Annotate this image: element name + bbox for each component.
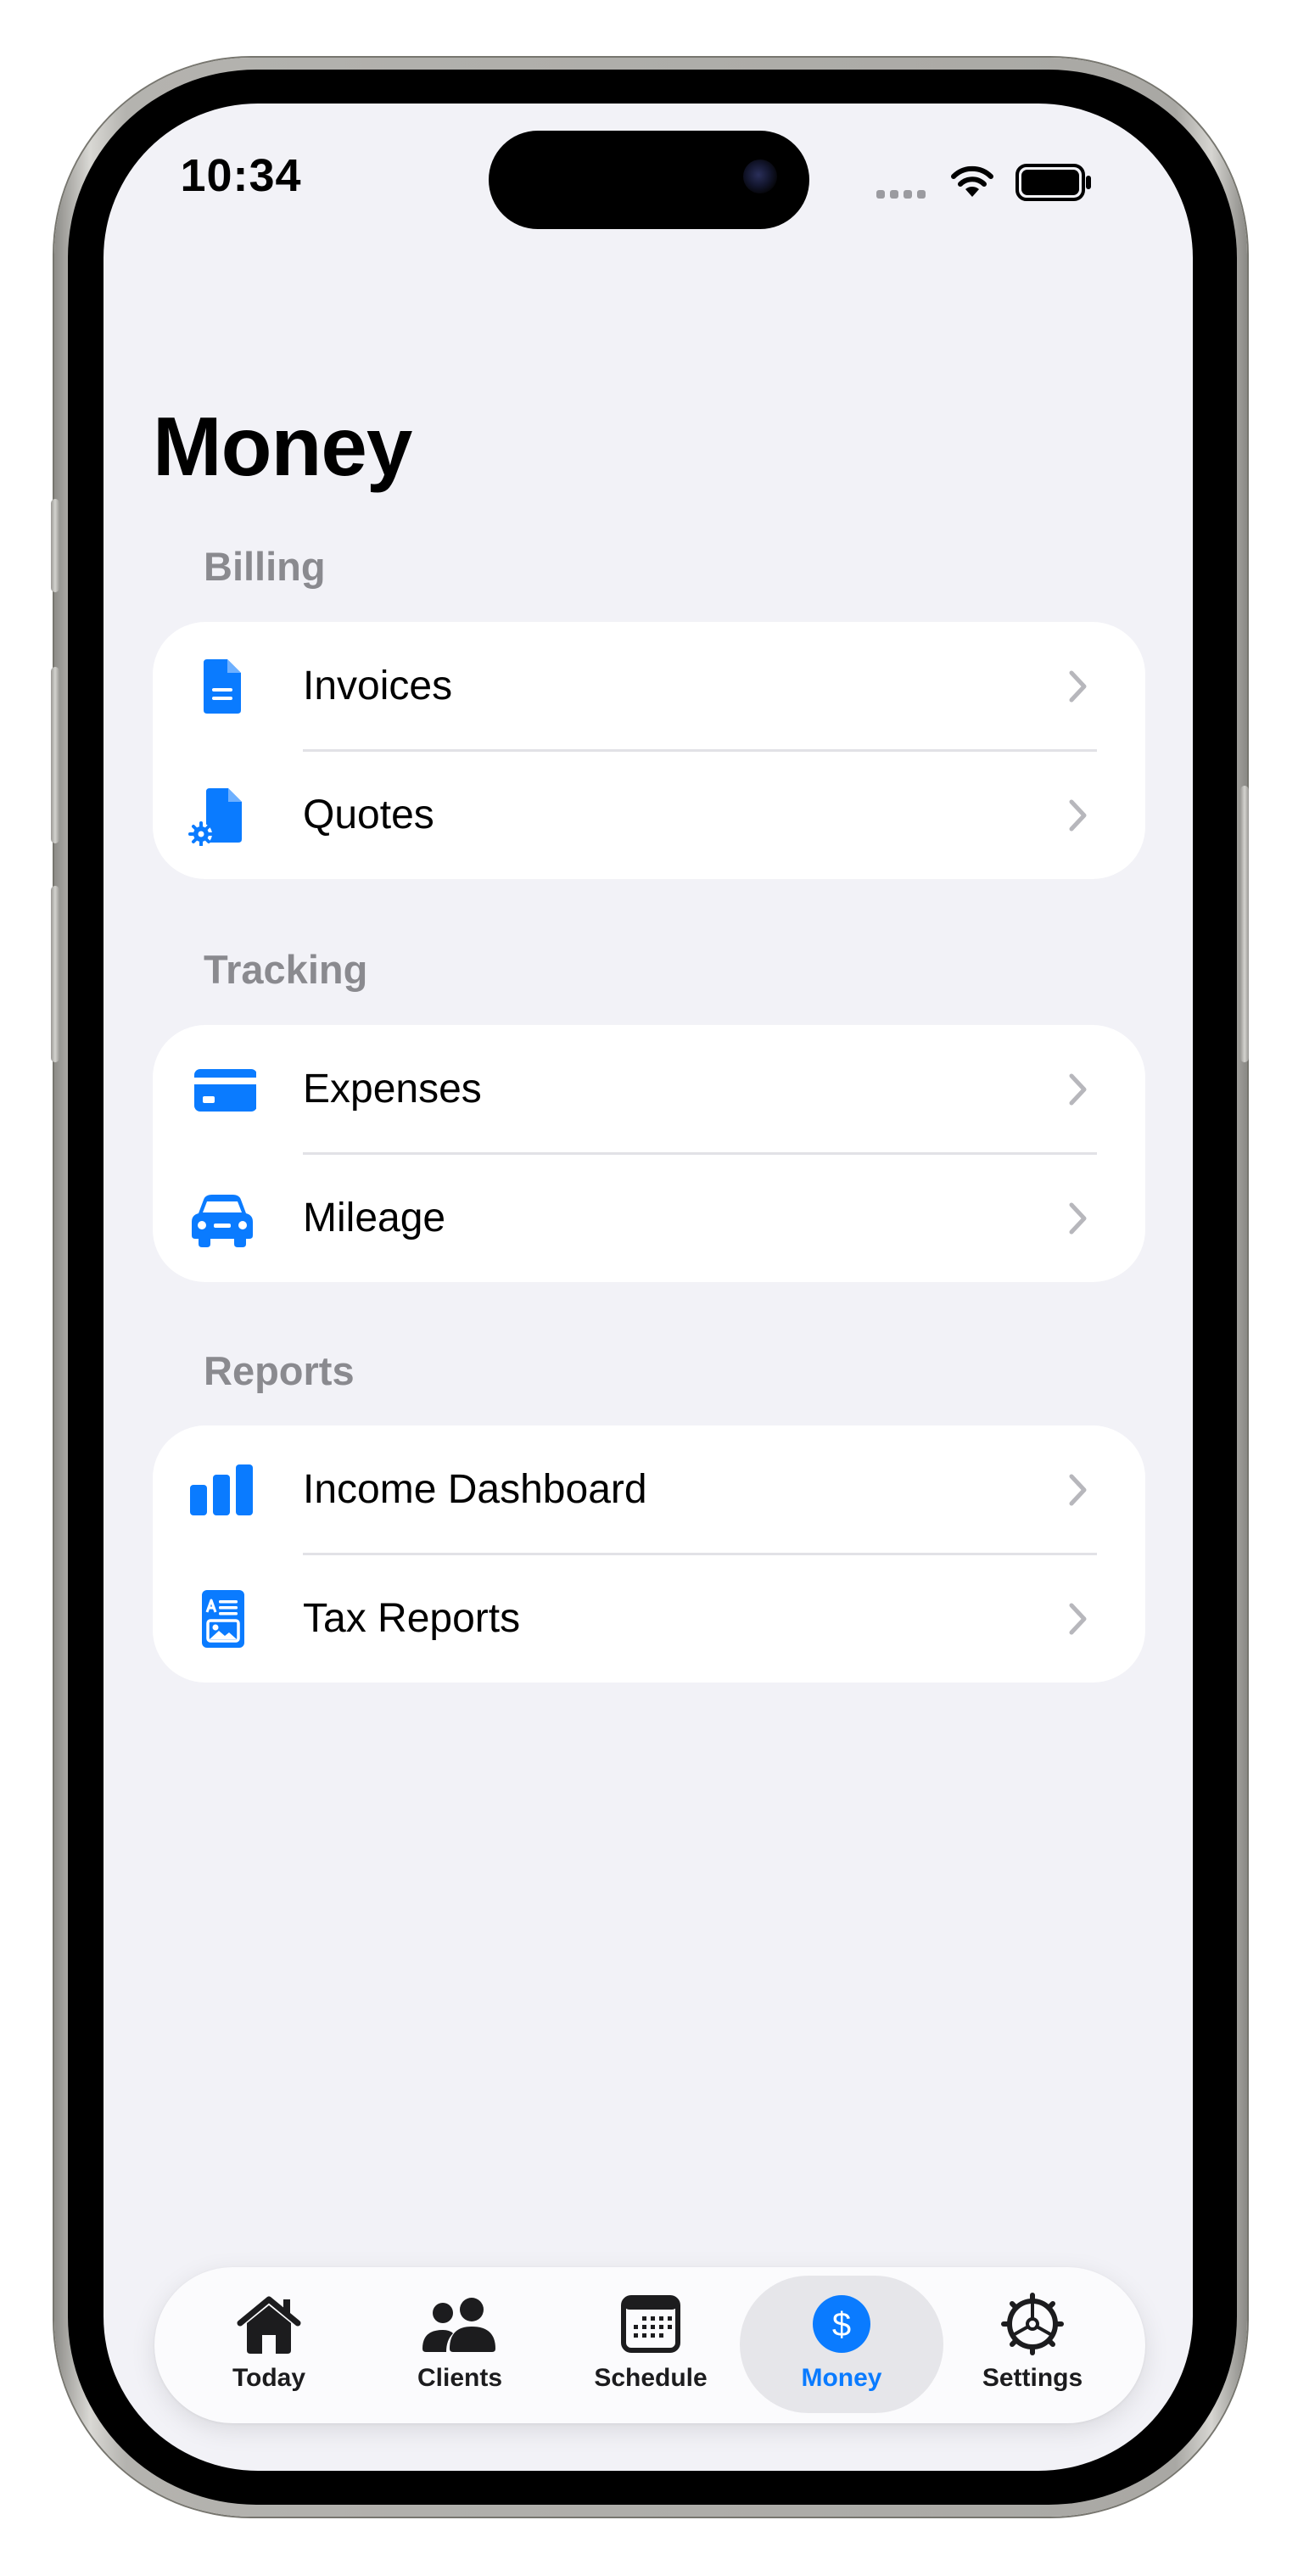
billing-card: Invoices Quotes xyxy=(153,622,1145,879)
row-label: Quotes xyxy=(303,792,434,837)
tab-settings[interactable]: Settings xyxy=(931,2276,1134,2413)
tab-label: Schedule xyxy=(594,2364,708,2392)
battery-icon xyxy=(1015,164,1091,201)
tab-clients[interactable]: Clients xyxy=(358,2276,562,2413)
list-row-quotes[interactable]: Quotes xyxy=(153,751,1145,880)
list-row-mileage[interactable]: Mileage xyxy=(153,1154,1145,1283)
chevron-right-icon xyxy=(1069,670,1087,703)
people-icon xyxy=(422,2298,495,2352)
tab-label: Clients xyxy=(417,2364,503,2392)
credit-card-icon xyxy=(194,1069,256,1112)
volume-up-button xyxy=(51,667,59,843)
chevron-right-icon xyxy=(1069,1073,1087,1106)
tax-report-icon xyxy=(202,1590,244,1648)
wifi-icon xyxy=(951,165,993,197)
list-row-income-dashboard[interactable]: Income Dashboard xyxy=(153,1425,1145,1555)
tab-bar: Today Clients Schedule $ Money Settings xyxy=(154,2267,1145,2423)
car-icon xyxy=(192,1195,253,1247)
bar-chart-icon xyxy=(190,1464,253,1515)
cellular-signal-icon xyxy=(876,188,931,203)
row-label: Expenses xyxy=(303,1067,482,1112)
svg-text:$: $ xyxy=(832,2306,851,2344)
row-label: Income Dashboard xyxy=(303,1467,647,1512)
house-icon xyxy=(237,2296,301,2354)
page-title: Money xyxy=(153,400,412,493)
chevron-right-icon xyxy=(1069,1603,1087,1635)
side-button xyxy=(1240,786,1249,1062)
chevron-right-icon xyxy=(1069,1202,1087,1235)
list-row-expenses[interactable]: Expenses xyxy=(153,1025,1145,1155)
chevron-right-icon xyxy=(1069,1474,1087,1506)
calendar-icon xyxy=(621,2295,680,2353)
reports-card: Income Dashboard Tax Reports xyxy=(153,1425,1145,1683)
front-camera xyxy=(743,160,777,193)
status-time: 10:34 xyxy=(180,150,302,201)
section-header-tracking: Tracking xyxy=(204,947,368,992)
tab-label: Settings xyxy=(982,2364,1083,2392)
tab-label: Money xyxy=(801,2364,882,2392)
row-label: Mileage xyxy=(303,1196,446,1240)
document-icon xyxy=(204,659,241,714)
tab-today[interactable]: Today xyxy=(167,2276,371,2413)
list-row-tax-reports[interactable]: Tax Reports xyxy=(153,1554,1145,1683)
row-label: Tax Reports xyxy=(303,1596,521,1641)
section-header-reports: Reports xyxy=(204,1348,355,1393)
tracking-card: Expenses Mileage xyxy=(153,1025,1145,1282)
list-row-invoices[interactable]: Invoices xyxy=(153,622,1145,752)
row-label: Invoices xyxy=(303,664,453,708)
action-button xyxy=(51,499,59,592)
tab-label: Today xyxy=(232,2364,306,2392)
tab-money[interactable]: $ Money xyxy=(740,2276,943,2413)
gear-icon xyxy=(1001,2293,1064,2355)
dollar-circle-icon: $ xyxy=(813,2295,870,2353)
volume-down-button xyxy=(51,886,59,1062)
chevron-right-icon xyxy=(1069,799,1087,832)
document-gear-icon xyxy=(188,788,242,846)
section-header-billing: Billing xyxy=(204,544,326,589)
tab-schedule[interactable]: Schedule xyxy=(549,2276,753,2413)
